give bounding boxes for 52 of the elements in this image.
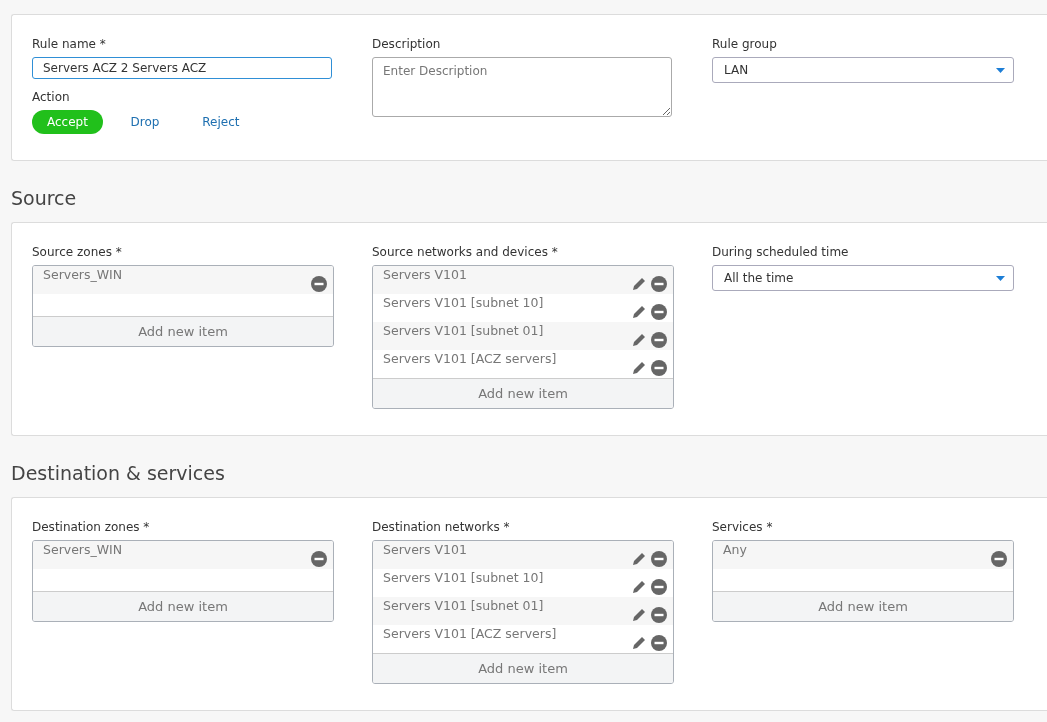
pencil-icon[interactable]	[631, 579, 647, 595]
section-title: Source	[11, 187, 78, 209]
remove-icon[interactable]	[651, 635, 667, 651]
input-field[interactable]: Servers ACZ 2 Servers ACZ	[32, 57, 332, 79]
pencil-icon[interactable]	[631, 276, 647, 292]
field-label: Source zones *	[32, 245, 123, 259]
field-label: Action	[32, 90, 71, 104]
remove-icon[interactable]	[651, 607, 667, 623]
list-item[interactable]: Servers_WIN	[33, 266, 333, 294]
add-item-button[interactable]: Add new item	[373, 653, 673, 683]
field-label: Destination zones *	[32, 520, 151, 534]
action-button[interactable]: Drop	[110, 110, 179, 134]
caret-icon	[996, 275, 1005, 281]
list-item[interactable]: Servers_WIN	[33, 541, 333, 569]
field-label: Source networks and devices *	[372, 245, 559, 259]
action-button[interactable]: Accept	[32, 110, 103, 134]
pencil-icon[interactable]	[631, 607, 647, 623]
field-label: During scheduled time	[712, 245, 850, 259]
action-button[interactable]: Reject	[186, 110, 255, 134]
field-label: Destination networks *	[372, 520, 511, 534]
remove-icon[interactable]	[651, 276, 667, 292]
remove-icon[interactable]	[311, 276, 327, 292]
pencil-icon[interactable]	[631, 551, 647, 567]
list-item[interactable]: Any	[713, 541, 1013, 569]
add-item-button[interactable]: Add new item	[33, 591, 333, 621]
input-field[interactable]: Enter Description	[372, 57, 672, 117]
remove-icon[interactable]	[651, 332, 667, 348]
field-label: Description	[372, 37, 442, 51]
pencil-icon[interactable]	[631, 304, 647, 320]
dropdown[interactable]: LAN	[712, 57, 1014, 83]
pencil-icon[interactable]	[631, 360, 647, 376]
pencil-icon[interactable]	[631, 635, 647, 651]
section-title: Destination & services	[11, 462, 226, 484]
list-item[interactable]: Servers V101	[373, 541, 673, 569]
remove-icon[interactable]	[651, 551, 667, 567]
remove-icon[interactable]	[651, 579, 667, 595]
remove-icon[interactable]	[311, 551, 327, 567]
remove-icon[interactable]	[991, 551, 1007, 567]
caret-icon	[996, 67, 1005, 73]
remove-icon[interactable]	[651, 304, 667, 320]
add-item-button[interactable]: Add new item	[713, 591, 1013, 621]
add-item-button[interactable]: Add new item	[373, 378, 673, 408]
pencil-icon[interactable]	[631, 332, 647, 348]
add-item-button[interactable]: Add new item	[33, 316, 333, 346]
field-label: Rule group	[712, 37, 778, 51]
list-item[interactable]: Servers V101 [subnet 01]	[373, 322, 673, 350]
dropdown[interactable]: All the time	[712, 265, 1014, 291]
field-label: Services *	[712, 520, 774, 534]
field-label: Rule name *	[32, 37, 107, 51]
list-item[interactable]: Servers V101	[373, 266, 673, 294]
remove-icon[interactable]	[651, 360, 667, 376]
list-item[interactable]: Servers V101 [subnet 01]	[373, 597, 673, 625]
